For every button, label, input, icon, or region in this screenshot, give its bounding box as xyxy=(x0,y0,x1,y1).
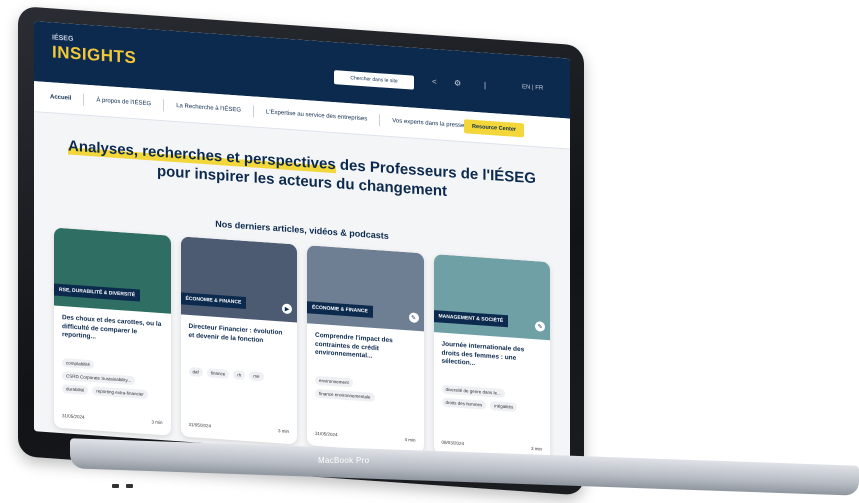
category-tag: ÉCONOMIE & FINANCE xyxy=(180,292,247,309)
usb-port-icon xyxy=(112,484,119,488)
keyword-chip[interactable]: inégalités xyxy=(490,401,518,412)
keyword-chip[interactable]: comptabilité xyxy=(62,358,95,370)
article-meta: 31/05/2024 3 min xyxy=(181,415,298,444)
usb-port-icon xyxy=(126,484,133,488)
keyword-chip[interactable]: rse xyxy=(249,371,264,382)
keyword-chips: diversité de genre dans le... droits des… xyxy=(434,374,551,414)
article-date: 31/05/2024 xyxy=(188,421,212,429)
hero-title: Analyses, recherches et perspectives des… xyxy=(64,136,540,207)
edit-icon[interactable]: ✎ xyxy=(408,312,419,324)
article-read-time: 3 min xyxy=(151,419,163,426)
nav-separator xyxy=(253,105,255,118)
keyword-chip[interactable]: droits des femmes xyxy=(441,397,487,410)
settings-icon[interactable]: ⚙ xyxy=(454,78,461,88)
share-icon[interactable]: < xyxy=(432,77,437,86)
logo-insights[interactable]: INSIGHTS xyxy=(52,42,136,68)
nav-separator xyxy=(163,99,165,112)
edit-icon[interactable]: ✎ xyxy=(535,321,545,332)
keyword-chip[interactable]: durabilité xyxy=(62,384,89,395)
search-button[interactable]: Chercher dans le site xyxy=(334,70,414,90)
article-date: 08/03/2024 xyxy=(441,439,465,447)
article-thumbnail: ÉCONOMIE & FINANCE ✎ xyxy=(307,245,424,332)
laptop-model-label: MacBook Pro xyxy=(318,456,370,465)
keyword-chip[interactable]: finance environnementale xyxy=(315,388,375,402)
article-cards: RSE, DURABILITÉ & DIVERSITÉ Des choux et… xyxy=(34,226,570,463)
nav-item-accueil[interactable]: Accueil xyxy=(50,94,71,101)
keyword-chip[interactable]: diversité de genre dans le... xyxy=(441,384,505,399)
laptop-frame: IÉSEG INSIGHTS Chercher dans le site < ⚙… xyxy=(18,6,584,496)
keyword-chip[interactable]: daf xyxy=(188,366,203,377)
keyword-chip[interactable]: finance xyxy=(206,368,230,379)
resource-center-button[interactable]: Resource Center xyxy=(464,119,525,138)
nav-item-recherche[interactable]: La Recherche à l'IÉSEG xyxy=(176,103,241,114)
article-date: 31/05/2024 xyxy=(62,413,85,420)
keyword-chip[interactable]: CSRD Corporate Sustainability... xyxy=(62,371,136,386)
logo-ieseg: IÉSEG xyxy=(52,34,74,43)
browser-screen: IÉSEG INSIGHTS Chercher dans le site < ⚙… xyxy=(34,21,570,469)
keyword-chips: comptabilité CSRD Corporate Sustainabili… xyxy=(54,348,171,401)
article-card[interactable]: MANAGEMENT & SOCIÉTÉ ✎ Journée internati… xyxy=(433,254,551,463)
category-tag: RSE, DURABILITÉ & DIVERSITÉ xyxy=(54,283,141,302)
keyword-chip[interactable]: environnement xyxy=(315,375,353,388)
keyword-chips: environnement finance environnementale xyxy=(307,365,424,405)
article-card[interactable]: ÉCONOMIE & FINANCE ✎ Comprendre l'impact… xyxy=(307,245,424,454)
hero: Analyses, recherches et perspectives des… xyxy=(34,134,570,209)
language-switcher[interactable]: EN | FR xyxy=(522,84,543,91)
article-read-time: 3 min xyxy=(530,445,542,452)
play-icon[interactable]: ▶ xyxy=(282,303,292,315)
nav-separator xyxy=(83,93,85,106)
keyword-chip[interactable]: reporting extra-financier xyxy=(92,386,148,400)
nav-separator xyxy=(379,114,381,127)
keyword-chip[interactable]: rh xyxy=(233,370,246,380)
category-tag: ÉCONOMIE & FINANCE xyxy=(307,301,373,318)
article-thumbnail: ÉCONOMIE & FINANCE ▶ xyxy=(180,236,297,323)
article-thumbnail: RSE, DURABILITÉ & DIVERSITÉ xyxy=(54,227,171,314)
menu-divider-icon: | xyxy=(484,80,487,90)
nav-item-expertise[interactable]: L'Expertise au service des entreprises xyxy=(266,109,367,122)
nav-item-a-propos[interactable]: À propos de l'IÉSEG xyxy=(96,97,151,107)
article-card[interactable]: ÉCONOMIE & FINANCE ▶ Directeur Financier… xyxy=(180,236,298,445)
article-read-time: 3 min xyxy=(277,428,289,434)
category-tag: MANAGEMENT & SOCIÉTÉ xyxy=(433,310,509,328)
article-meta: 31/05/2024 3 min xyxy=(54,407,171,436)
nav-item-experts-presse[interactable]: Vos experts dans la presse xyxy=(392,118,464,129)
article-read-time: 4 min xyxy=(404,437,416,443)
article-thumbnail: MANAGEMENT & SOCIÉTÉ ✎ xyxy=(433,254,550,341)
article-card[interactable]: RSE, DURABILITÉ & DIVERSITÉ Des choux et… xyxy=(54,227,171,436)
article-date: 31/05/2024 xyxy=(315,430,338,438)
